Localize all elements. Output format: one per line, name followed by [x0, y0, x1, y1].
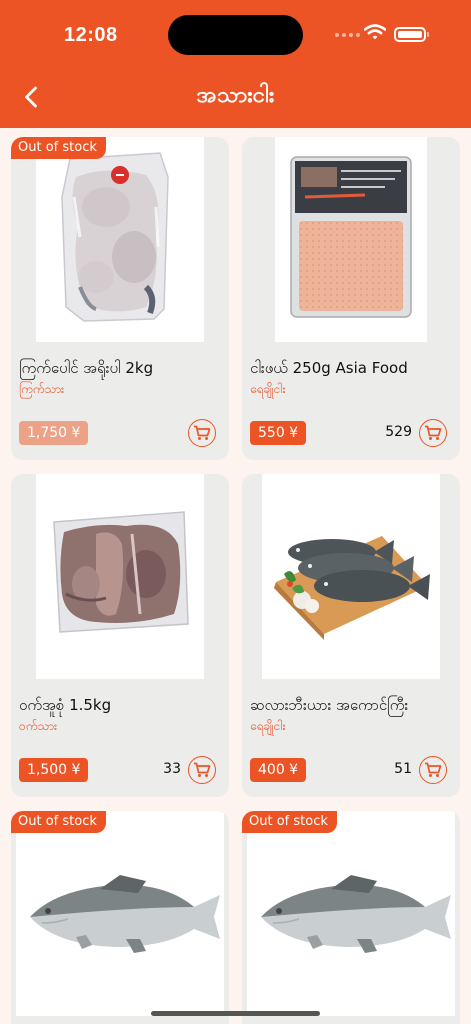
add-to-cart-button[interactable] — [188, 756, 216, 784]
dynamic-island — [168, 15, 303, 55]
cart-icon — [425, 425, 442, 440]
product-image — [262, 474, 440, 679]
product-image — [247, 811, 455, 1016]
product-image — [36, 474, 204, 679]
app-header: 12:08 အသားငါး — [0, 0, 471, 128]
out-of-stock-badge: Out of stock — [11, 137, 106, 159]
product-category: ရေချိုငါး — [250, 382, 286, 396]
price-tag: 400 ¥ — [250, 758, 307, 782]
cellular-signal-icon — [335, 33, 360, 37]
product-name: ကြက်ပေါင် အရိုးပါ 2kg — [19, 359, 154, 377]
product-image — [16, 811, 224, 1016]
add-to-cart-button[interactable] — [419, 756, 447, 784]
product-card[interactable]: ဆလားဘီးယား အကောင်ကြီး ရေချိုငါး 400 ¥ 51 — [242, 474, 460, 797]
price-tag: 1,750 ¥ — [19, 421, 89, 445]
product-card[interactable]: Out of stock ကြက်ပေါင် အရိုးပါ 2kg ကြက်သ… — [11, 137, 229, 460]
status-time: 12:08 — [64, 24, 118, 46]
stock-count: 529 — [385, 424, 412, 440]
stock-count: 33 — [163, 761, 181, 777]
add-to-cart-button[interactable] — [419, 419, 447, 447]
battery-icon — [394, 27, 429, 42]
product-image — [36, 137, 204, 342]
home-indicator[interactable] — [151, 1011, 320, 1016]
add-to-cart-button[interactable] — [188, 419, 216, 447]
stock-count: 51 — [394, 761, 412, 777]
product-name: ငါးဖယ် 250g Asia Food — [250, 359, 408, 377]
price-tag: 550 ¥ — [250, 421, 307, 445]
product-card[interactable]: ဝက်အူစုံ 1.5kg ဝက်သား 1,500 ¥ 33 — [11, 474, 229, 797]
cart-icon — [194, 762, 211, 777]
cart-icon — [194, 425, 211, 440]
product-card[interactable]: Out of stock — [242, 811, 460, 1024]
product-category: ကြက်သား — [19, 382, 65, 396]
product-category: ရေချိုငါး — [250, 719, 286, 733]
cart-icon — [425, 762, 442, 777]
product-image — [275, 137, 427, 342]
product-name: ဆလားဘီးယား အကောင်ကြီး — [250, 696, 409, 714]
wifi-icon — [364, 24, 386, 40]
product-name: ဝက်အူစုံ 1.5kg — [19, 696, 112, 714]
page-title: အသားငါး — [196, 83, 275, 108]
product-card[interactable]: Out of stock — [11, 811, 229, 1024]
product-category: ဝက်သား — [19, 719, 58, 733]
out-of-stock-badge: Out of stock — [242, 811, 337, 833]
price-tag: 1,500 ¥ — [19, 758, 89, 782]
out-of-stock-badge: Out of stock — [11, 811, 106, 833]
product-card[interactable]: ငါးဖယ် 250g Asia Food ရေချိုငါး 550 ¥ 52… — [242, 137, 460, 460]
